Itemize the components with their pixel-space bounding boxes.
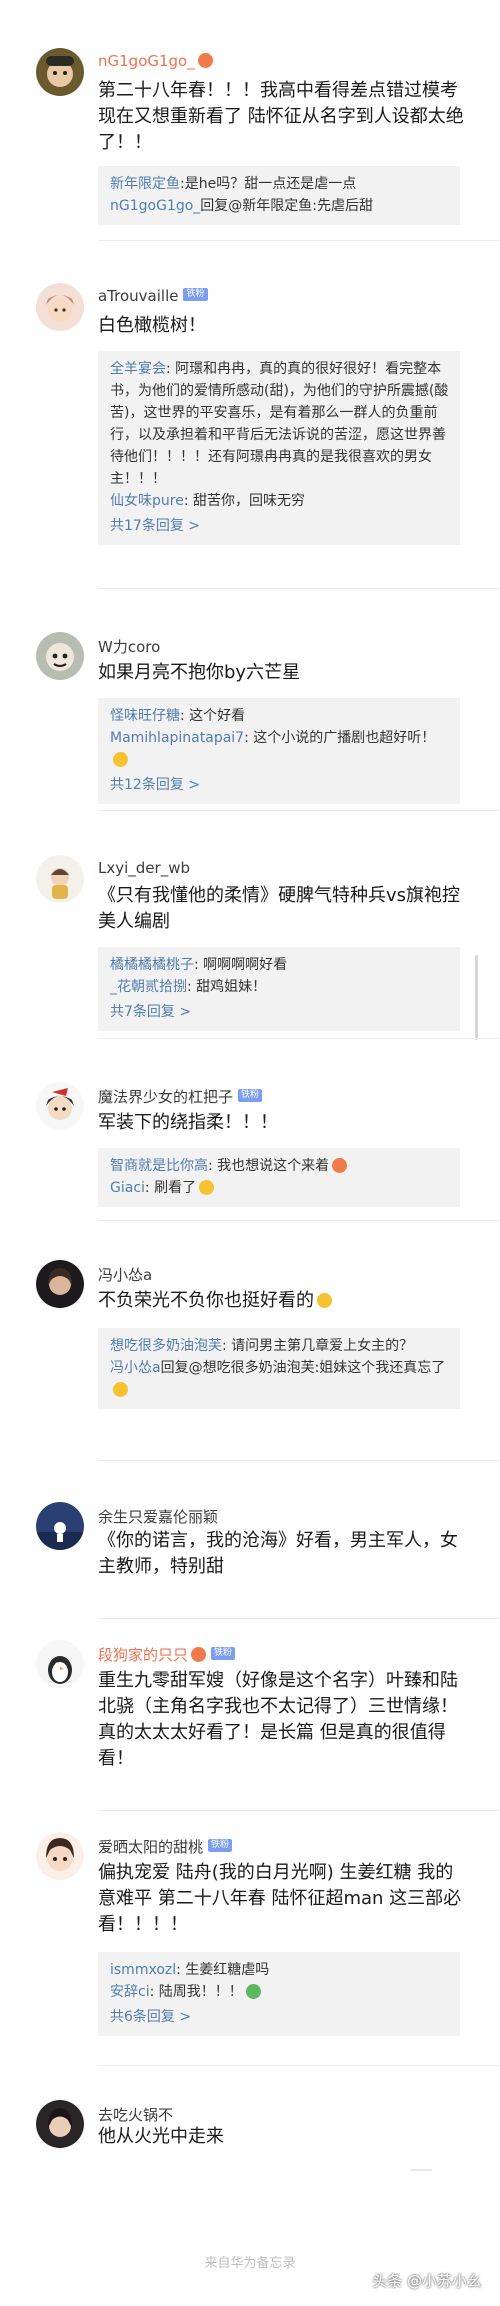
username[interactable]: 冯小怂a: [98, 1264, 152, 1285]
reply-item[interactable]: ismmxozl: 生姜红糖虐吗: [110, 1959, 452, 1981]
divider: [98, 240, 500, 241]
reply-box: 新年限定鱼:是he吗？甜一点还是虐一点 nG1goG1go_回复@新年限定鱼:先…: [98, 166, 460, 225]
reply-box: 想吃很多奶油泡芙: 请问男主第几章爱上女主的？ 冯小怂a回复@想吃很多奶油泡芙:…: [98, 1328, 460, 1409]
reply-box: 智商就是比你高: 我也想说这个来着 Giaci: 刷看了: [98, 1148, 460, 1207]
reply-username[interactable]: 仙女味pure: [110, 493, 184, 509]
reply-item[interactable]: 怪味旺仔糖: 这个好看: [110, 705, 452, 727]
avatar[interactable]: [36, 632, 84, 680]
username[interactable]: aTrouvaille 铁粉: [98, 287, 208, 305]
avatar[interactable]: [36, 1260, 84, 1308]
reply-item[interactable]: 仙女味pure: 甜苦你，回味无穷: [110, 490, 452, 512]
username[interactable]: 余生只爱嘉伦丽颖: [98, 1506, 218, 1527]
reply-username[interactable]: 橘橘橘橘桃子: [110, 957, 194, 973]
reply-item[interactable]: Giaci: 刷看了: [110, 1177, 452, 1199]
emoji-icon: [113, 1381, 128, 1397]
reply-item[interactable]: 安辞ci: 陆周我！！！: [110, 1981, 452, 2003]
reply-box: ismmxozl: 生姜红糖虐吗 安辞ci: 陆周我！！！ 共6条回复 >: [98, 1952, 460, 2036]
divider: [98, 1618, 500, 1619]
reply-username[interactable]: ismmxozl: [110, 1962, 176, 1978]
username[interactable]: 段狗家的只只 铁粉: [98, 1644, 236, 1665]
reply-item[interactable]: 全羊宴会: 阿璟和冉冉，真的真的很好很好！看完整本书，为他们的爱情所感动(甜)，…: [110, 358, 452, 490]
source-footer: 来自华为备忘录: [204, 2256, 296, 2271]
reply-username[interactable]: 智商就是比你高: [110, 1158, 208, 1174]
reply-item[interactable]: nG1goG1go_回复@新年限定鱼:先虐后甜: [110, 195, 452, 217]
comment-text: 白色橄榄树！: [98, 315, 206, 336]
avatar[interactable]: [36, 1640, 84, 1688]
avatar[interactable]: [36, 2100, 84, 2148]
reply-username[interactable]: 全羊宴会: [110, 361, 166, 377]
avatar[interactable]: [36, 48, 84, 96]
divider: [98, 1220, 500, 1221]
comment-text: 第二十八年春！！！我高中看得差点错过模考 现在又想重新看了 陆怀征从名字到人设都…: [98, 80, 464, 153]
fan-badge: 铁粉: [183, 288, 208, 301]
emoji-icon: [332, 1157, 348, 1173]
reply-item[interactable]: 智商就是比你高: 我也想说这个来着: [110, 1155, 452, 1177]
fan-badge: 铁粉: [238, 1089, 263, 1102]
reply-username[interactable]: 怪味旺仔糖: [110, 708, 180, 724]
emoji-icon: [191, 1647, 207, 1662]
emoji-icon: [197, 53, 213, 68]
comment-text: 他从火光中走来: [98, 2126, 224, 2147]
emoji-icon: [317, 1292, 332, 1308]
reply-username[interactable]: 安辞ci: [110, 1984, 150, 2000]
reply-username[interactable]: Giaci: [110, 1180, 145, 1196]
reply-item[interactable]: 想吃很多奶油泡芙: 请问男主第几章爱上女主的？: [110, 1335, 452, 1357]
reply-box: 橘橘橘橘桃子: 啊啊啊啊好看 _花朝贰拾捌: 甜鸡姐妹！ 共7条回复 >: [98, 947, 460, 1031]
emoji-icon: [199, 1179, 215, 1195]
more-replies-link[interactable]: 共6条回复 >: [110, 2006, 452, 2028]
avatar[interactable]: [36, 1832, 84, 1880]
username[interactable]: 爱晒太阳的甜桃 铁粉: [98, 1836, 233, 1857]
more-replies-link[interactable]: 共12条回复 >: [110, 774, 452, 796]
watermark: 头条 @小苏小幺: [372, 2272, 482, 2290]
divider: [98, 1460, 500, 1461]
reply-username[interactable]: 新年限定鱼: [110, 176, 180, 192]
divider: [98, 2065, 500, 2066]
reply-username[interactable]: 冯小怂a: [110, 1360, 161, 1376]
comment-text: 《只有我懂他的柔情》硬脾气特种兵vs旗袍控美人编剧: [98, 885, 461, 932]
reply-item[interactable]: 新年限定鱼:是he吗？甜一点还是虐一点: [110, 173, 452, 195]
scrollbar[interactable]: [475, 955, 478, 1040]
comment-text: 偏执宠爱 陆舟(我的白月光啊) 生姜红糖 我的意难平 第二十八年春 陆怀征超ma…: [98, 1862, 462, 1935]
reply-username[interactable]: 想吃很多奶油泡芙: [110, 1338, 222, 1354]
more-replies-link[interactable]: 共17条回复 >: [110, 515, 452, 537]
more-replies-link[interactable]: 共7条回复 >: [110, 1001, 452, 1023]
reply-item[interactable]: Mamihlapinatapai7: 这个小说的广播剧也超好听！: [110, 727, 452, 771]
emoji-icon: [113, 751, 128, 767]
username[interactable]: Lxyi_der_wb: [98, 859, 190, 877]
reply-username[interactable]: _花朝贰拾捌: [110, 979, 187, 995]
username[interactable]: 去吃火锅不: [98, 2104, 173, 2125]
reply-username[interactable]: Mamihlapinatapai7: [110, 730, 244, 746]
fan-badge: 铁粉: [211, 1647, 236, 1660]
avatar[interactable]: [36, 1502, 84, 1550]
reply-item[interactable]: 橘橘橘橘桃子: 啊啊啊啊好看: [110, 954, 452, 976]
comment-text: 不负荣光不负你也挺好看的: [98, 1288, 470, 1314]
reply-username[interactable]: nG1goG1go_: [110, 198, 200, 214]
comment-text: 军装下的绕指柔！！！: [98, 1112, 278, 1133]
comment-text: 如果月亮不抱你by六芒星: [98, 662, 301, 683]
reply-item[interactable]: 冯小怂a回复@想吃很多奶油泡芙:姐妹这个我还真忘了: [110, 1357, 452, 1401]
divider: [98, 810, 500, 811]
comment-text: 《你的诺言，我的沧海》好看，男主军人，女主教师，特别甜: [98, 1530, 458, 1577]
divider: [98, 1810, 500, 1811]
divider: [98, 1038, 500, 1039]
reply-item[interactable]: _花朝贰拾捌: 甜鸡姐妹！: [110, 976, 452, 998]
reply-box: 全羊宴会: 阿璟和冉冉，真的真的很好很好！看完整本书，为他们的爱情所感动(甜)，…: [98, 351, 460, 545]
reply-box: 怪味旺仔糖: 这个好看 Mamihlapinatapai7: 这个小说的广播剧也…: [98, 698, 460, 804]
avatar[interactable]: [36, 283, 84, 331]
comment-text: 重生九零甜军嫂（好像是这个名字）叶臻和陆北骁（主角名字我也不太记得了）三世情缘！…: [98, 1670, 458, 1769]
avatar[interactable]: [36, 855, 84, 903]
username[interactable]: 魔法界少女的杠把子 铁粉: [98, 1086, 263, 1107]
emoji-icon: [245, 1983, 261, 1999]
avatar[interactable]: [36, 1082, 84, 1130]
username[interactable]: nG1goG1go_: [98, 52, 213, 70]
username[interactable]: W力coro: [98, 636, 160, 657]
divider: [98, 588, 500, 589]
divider: [410, 2169, 432, 2171]
fan-badge: 铁粉: [208, 1839, 233, 1852]
